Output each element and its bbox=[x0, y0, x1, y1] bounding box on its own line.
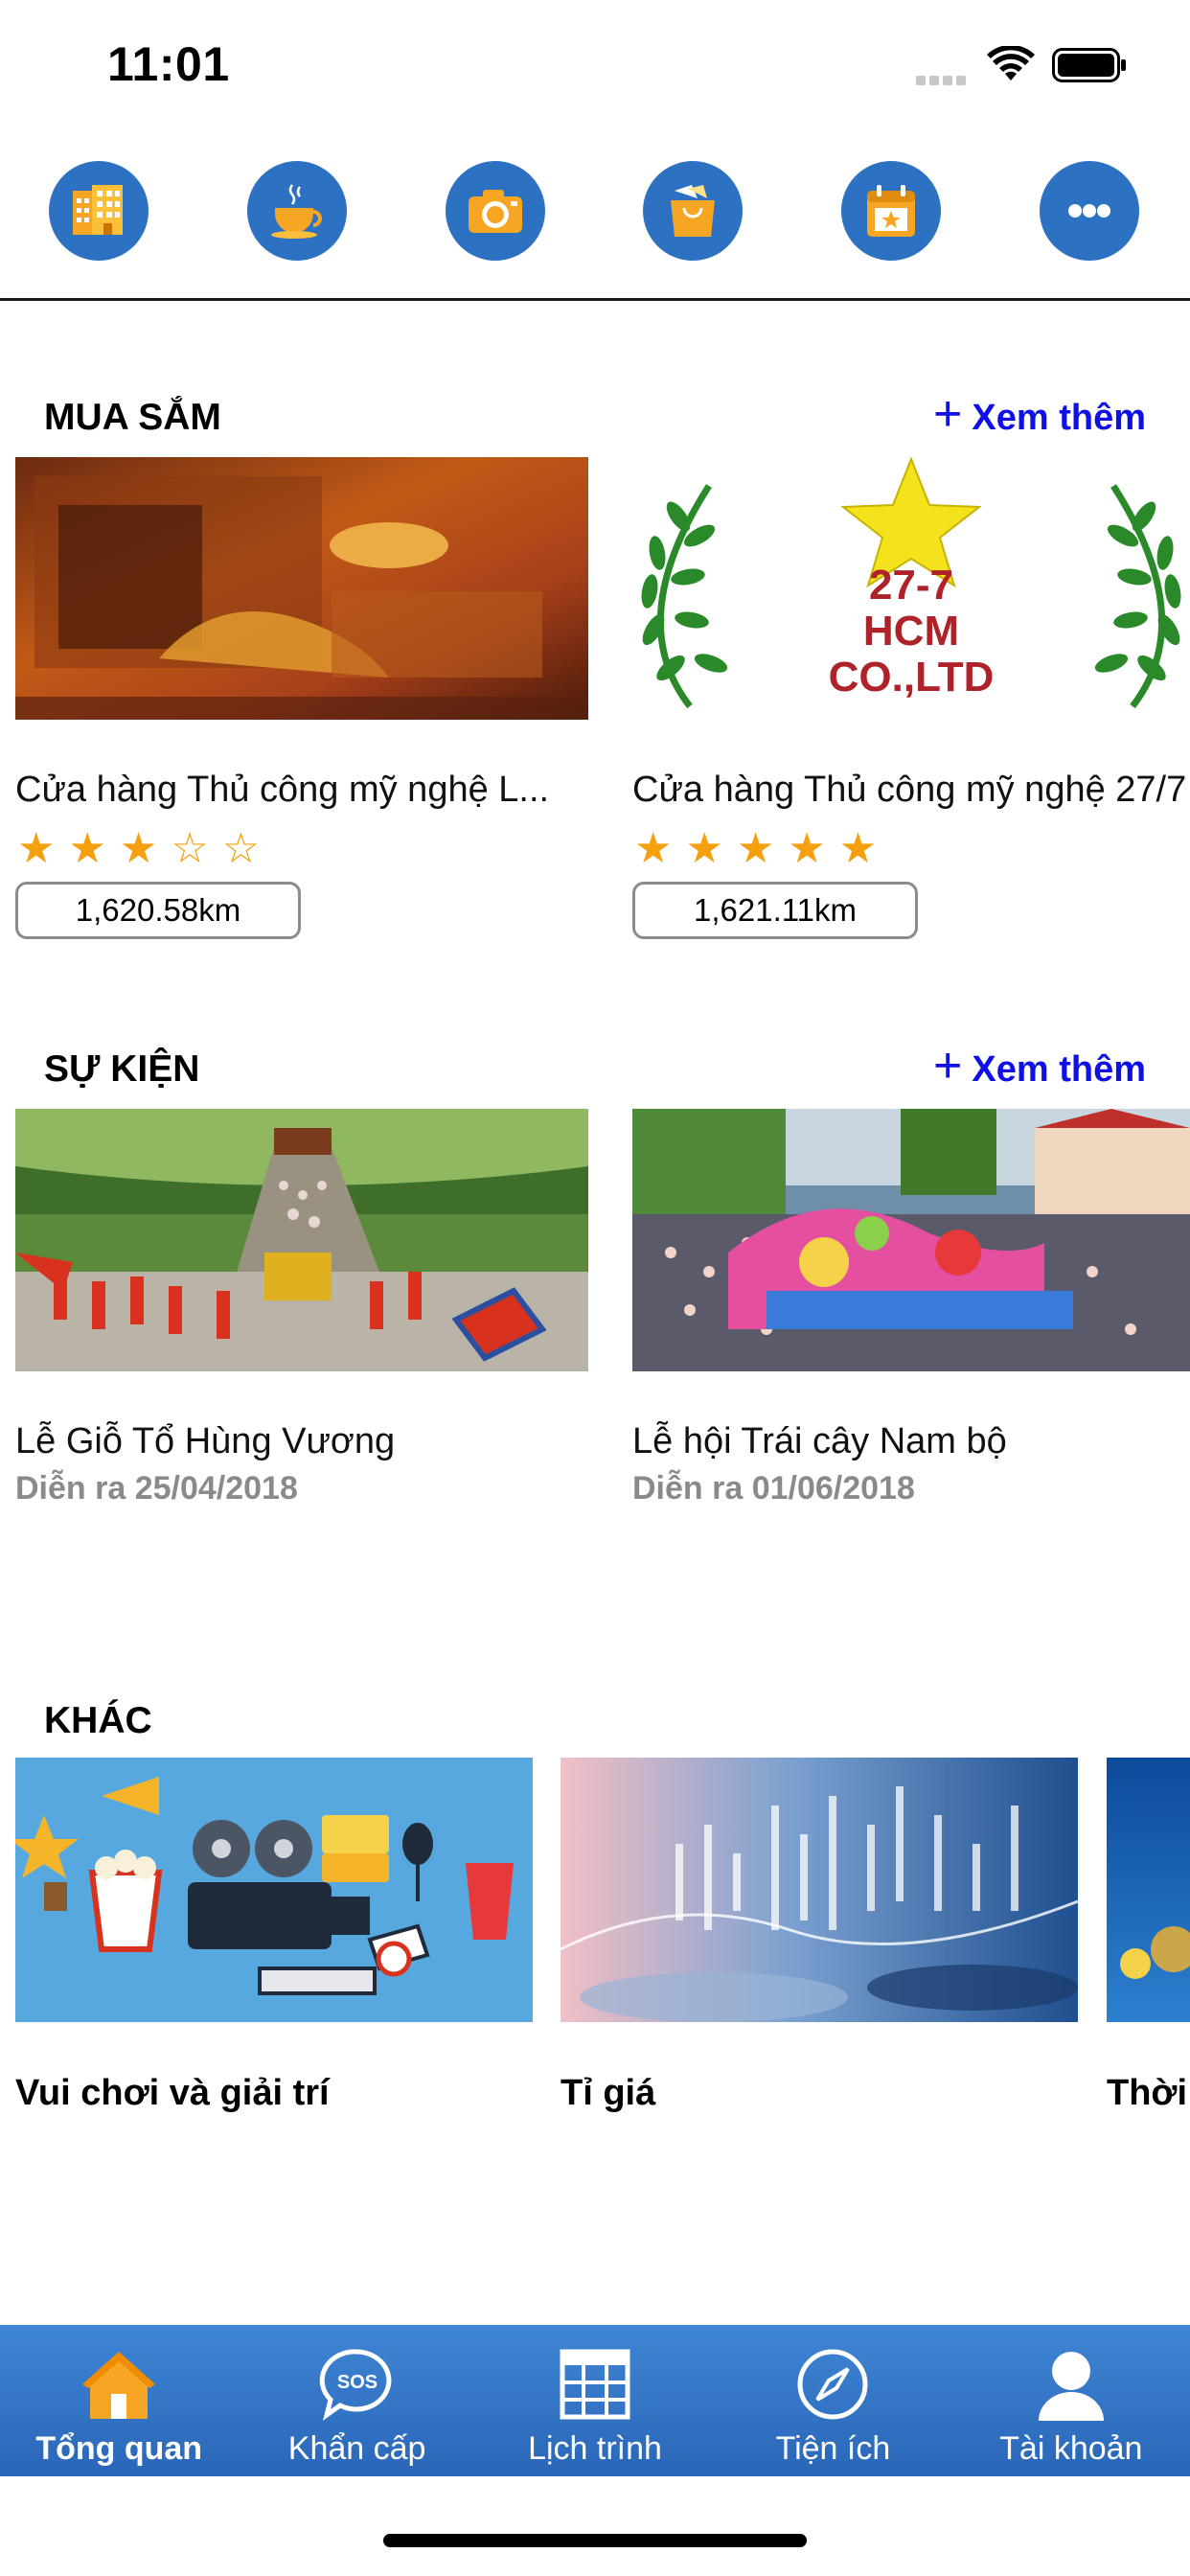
tab-utilities[interactable]: Tiện ích bbox=[714, 2325, 951, 2476]
distance-badge-1: 1,620.58km bbox=[15, 882, 301, 939]
shop-name-1: Cửa hàng Thủ công mỹ nghệ L... bbox=[15, 770, 550, 810]
tab-account[interactable]: Tài khoản bbox=[952, 2325, 1190, 2476]
battery-icon bbox=[1052, 48, 1126, 82]
category-hotel-button[interactable] bbox=[49, 161, 149, 261]
more-icon bbox=[1068, 204, 1110, 218]
hotel-icon bbox=[73, 185, 123, 235]
logo-line-2: HCM bbox=[863, 608, 959, 655]
rating-stars-2: ★★★★★ bbox=[634, 825, 891, 872]
tab-bar: Tổng quan SOS Khẩn cấp Lịch trình Tiện í… bbox=[0, 2325, 1190, 2476]
shop-name-2: Cửa hàng Thủ công mỹ nghệ 27/7 bbox=[632, 770, 1187, 810]
rating-stars-1: ★★★☆☆ bbox=[17, 825, 274, 872]
coffee-icon bbox=[271, 184, 322, 239]
compass-icon bbox=[797, 2349, 868, 2420]
tab-schedule[interactable]: Lịch trình bbox=[476, 2325, 714, 2476]
event-name-1: Lễ Giỗ Tổ Hùng Vương bbox=[15, 1421, 396, 1461]
user-icon bbox=[1038, 2352, 1104, 2421]
weather-thumbnail bbox=[1107, 1758, 1190, 2022]
sos-icon: SOS bbox=[319, 2349, 392, 2421]
exchange-rate-thumbnail bbox=[561, 1758, 1078, 2022]
plus-icon: + bbox=[933, 1038, 963, 1093]
shopping-see-more-link[interactable]: + Xem thêm bbox=[933, 389, 1146, 443]
shop-thumbnail-1 bbox=[15, 457, 588, 720]
shopping-bag-icon bbox=[671, 185, 715, 237]
home-indicator[interactable] bbox=[383, 2534, 807, 2547]
category-cafe-button[interactable] bbox=[247, 161, 347, 261]
tab-label: Tổng quan bbox=[35, 2430, 203, 2467]
other-section-title: KHÁC bbox=[44, 1700, 152, 1741]
camera-icon bbox=[469, 190, 522, 233]
shopping-section-title: MUA SẮM bbox=[44, 397, 221, 438]
category-events-button[interactable] bbox=[841, 161, 941, 261]
header-divider bbox=[0, 298, 1190, 301]
see-more-label: Xem thêm bbox=[972, 397, 1146, 438]
shop-logo-2: 27-7 HCM CO.,LTD bbox=[632, 457, 1190, 720]
events-see-more-link[interactable]: + Xem thêm bbox=[933, 1041, 1146, 1094]
svg-text:SOS: SOS bbox=[336, 2372, 377, 2393]
category-more-button[interactable] bbox=[1040, 161, 1139, 261]
status-time: 11:01 bbox=[107, 37, 230, 91]
tab-overview[interactable]: Tổng quan bbox=[0, 2325, 238, 2476]
other-name-3: Thời bbox=[1107, 2073, 1187, 2113]
other-name-1: Vui chơi và giải trí bbox=[15, 2073, 330, 2113]
tab-emergency[interactable]: SOS Khẩn cấp bbox=[238, 2325, 475, 2476]
calendar-icon bbox=[867, 185, 915, 237]
logo-line-3: CO.,LTD bbox=[829, 654, 995, 701]
event-date-2: Diễn ra 01/06/2018 bbox=[632, 1470, 915, 1506]
distance-badge-2: 1,621.11km bbox=[632, 882, 918, 939]
tab-label: Tiện ích bbox=[775, 2430, 891, 2467]
home-icon bbox=[82, 2352, 156, 2419]
events-section-title: SỰ KIỆN bbox=[44, 1048, 200, 1090]
event-thumbnail-2 bbox=[632, 1109, 1190, 1371]
event-thumbnail-1 bbox=[15, 1109, 588, 1371]
tab-label: Lịch trình bbox=[528, 2430, 662, 2467]
tab-label: Tài khoản bbox=[999, 2430, 1143, 2467]
plus-icon: + bbox=[933, 386, 963, 442]
cellular-signal-icon bbox=[916, 73, 972, 85]
category-row bbox=[0, 161, 1190, 261]
category-shopping-button[interactable] bbox=[643, 161, 743, 261]
other-name-2: Tỉ giá bbox=[561, 2073, 656, 2113]
schedule-grid-icon bbox=[560, 2349, 630, 2420]
wifi-icon bbox=[987, 46, 1035, 80]
entertainment-thumbnail bbox=[15, 1758, 533, 2022]
event-date-1: Diễn ra 25/04/2018 bbox=[15, 1470, 298, 1506]
tab-label: Khẩn cấp bbox=[287, 2430, 426, 2467]
category-sightseeing-button[interactable] bbox=[446, 161, 545, 261]
event-name-2: Lễ hội Trái cây Nam bộ bbox=[632, 1421, 1007, 1461]
see-more-label: Xem thêm bbox=[972, 1048, 1146, 1090]
status-bar: 11:01 bbox=[0, 0, 1190, 129]
logo-line-1: 27-7 bbox=[869, 562, 953, 609]
